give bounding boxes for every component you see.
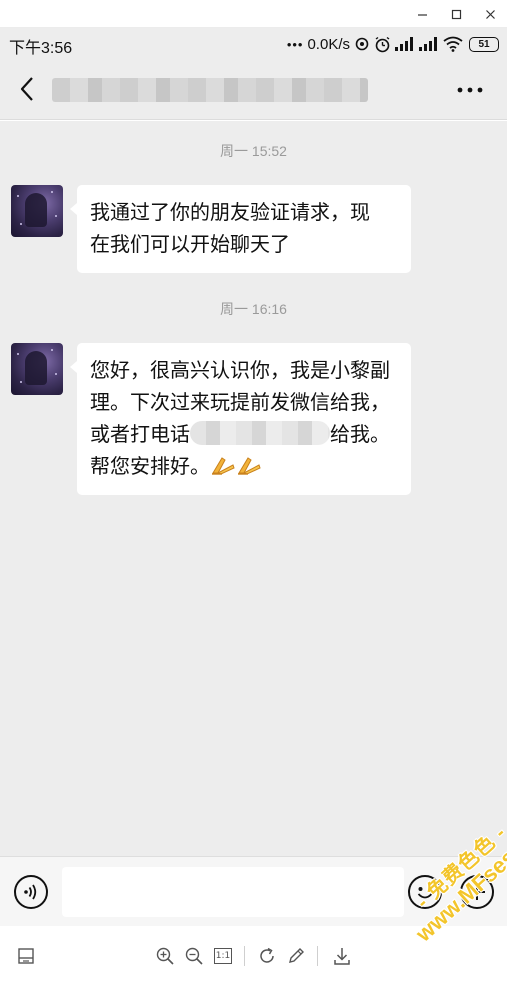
toolbar-divider xyxy=(317,946,318,966)
voice-button[interactable] xyxy=(14,875,48,909)
status-dots: ••• xyxy=(286,36,304,52)
chat-title-redacted xyxy=(52,78,368,102)
alarm-icon xyxy=(375,36,390,52)
wifi-icon xyxy=(443,36,463,52)
message-text-line: 您好，很高兴认识你，我是小黎副 xyxy=(90,360,390,382)
signal-icon xyxy=(419,37,437,51)
smiley-icon xyxy=(417,887,433,899)
emoji-button[interactable] xyxy=(408,875,442,909)
message-text-line: 在我们可以开始聊天了 xyxy=(90,234,290,256)
input-bar xyxy=(0,856,507,926)
avatar[interactable] xyxy=(11,343,63,395)
actual-size-icon[interactable]: 1:1 xyxy=(211,944,235,968)
panel-icon[interactable] xyxy=(14,944,38,968)
rotate-icon[interactable] xyxy=(255,944,279,968)
message-text-segment: 给我。 xyxy=(330,424,390,446)
more-horizontal-icon xyxy=(457,87,483,93)
status-indicators: ••• 0.0K/s 51 xyxy=(287,33,499,55)
zoom-in-icon[interactable] xyxy=(153,944,177,968)
message-text-segment: 帮您安排好。 xyxy=(90,456,210,478)
message-timestamp: 周一 15:52 xyxy=(220,143,287,159)
chevron-left-icon xyxy=(20,77,33,101)
download-icon[interactable] xyxy=(330,944,354,968)
back-button[interactable] xyxy=(12,74,42,104)
edit-icon[interactable] xyxy=(284,944,308,968)
actual-size-label: 1:1 xyxy=(214,948,232,964)
minimize-icon[interactable] xyxy=(411,3,433,25)
message-input[interactable] xyxy=(62,867,404,917)
avatar[interactable] xyxy=(11,185,63,237)
message-text-line: 或者打电话 给我。 xyxy=(90,419,399,451)
more-button[interactable] xyxy=(455,78,485,102)
status-bar: 下午3:56 ••• 0.0K/s 51 xyxy=(0,28,507,60)
voice-icon xyxy=(24,884,37,900)
window-title-bar xyxy=(0,0,507,28)
zoom-out-icon[interactable] xyxy=(182,944,206,968)
message-text-line: 我通过了你的朋友验证请求，现 xyxy=(90,202,370,224)
maximize-icon[interactable] xyxy=(445,3,467,25)
message-bubble[interactable]: 我通过了你的朋友验证请求，现 在我们可以开始聊天了 xyxy=(70,185,411,273)
chat-header xyxy=(0,60,507,120)
plus-circle-icon xyxy=(469,884,485,900)
message-list[interactable]: 周一 15:52 我通过了你的朋友验证请求，现 在我们可以开始聊天了 周一 16… xyxy=(0,121,507,856)
status-time: 下午3:56 xyxy=(9,40,73,57)
folded-hands-emoji xyxy=(238,457,261,475)
plus-button[interactable] xyxy=(460,875,494,909)
message-text-segment: 或者打电话 xyxy=(90,424,190,446)
message-text-line: 理。下次过来玩提前发微信给我， xyxy=(90,392,390,414)
sync-icon xyxy=(355,37,369,51)
toolbar-divider xyxy=(244,946,245,966)
battery-icon: 51 xyxy=(469,36,499,52)
message-timestamp: 周一 16:16 xyxy=(220,301,287,317)
message-bubble[interactable]: 您好，很高兴认识你，我是小黎副 理。下次过来玩提前发微信给我， 或者打电话 给我。… xyxy=(70,343,411,495)
network-speed: 0.0K/s xyxy=(307,35,350,53)
message-text-line: 帮您安排好。 xyxy=(90,451,399,483)
image-viewer-toolbar: 1:1 xyxy=(0,926,507,988)
close-icon[interactable] xyxy=(479,3,501,25)
redacted-phone-number xyxy=(190,421,330,445)
folded-hands-emoji xyxy=(212,457,235,475)
signal-icon xyxy=(395,37,413,51)
